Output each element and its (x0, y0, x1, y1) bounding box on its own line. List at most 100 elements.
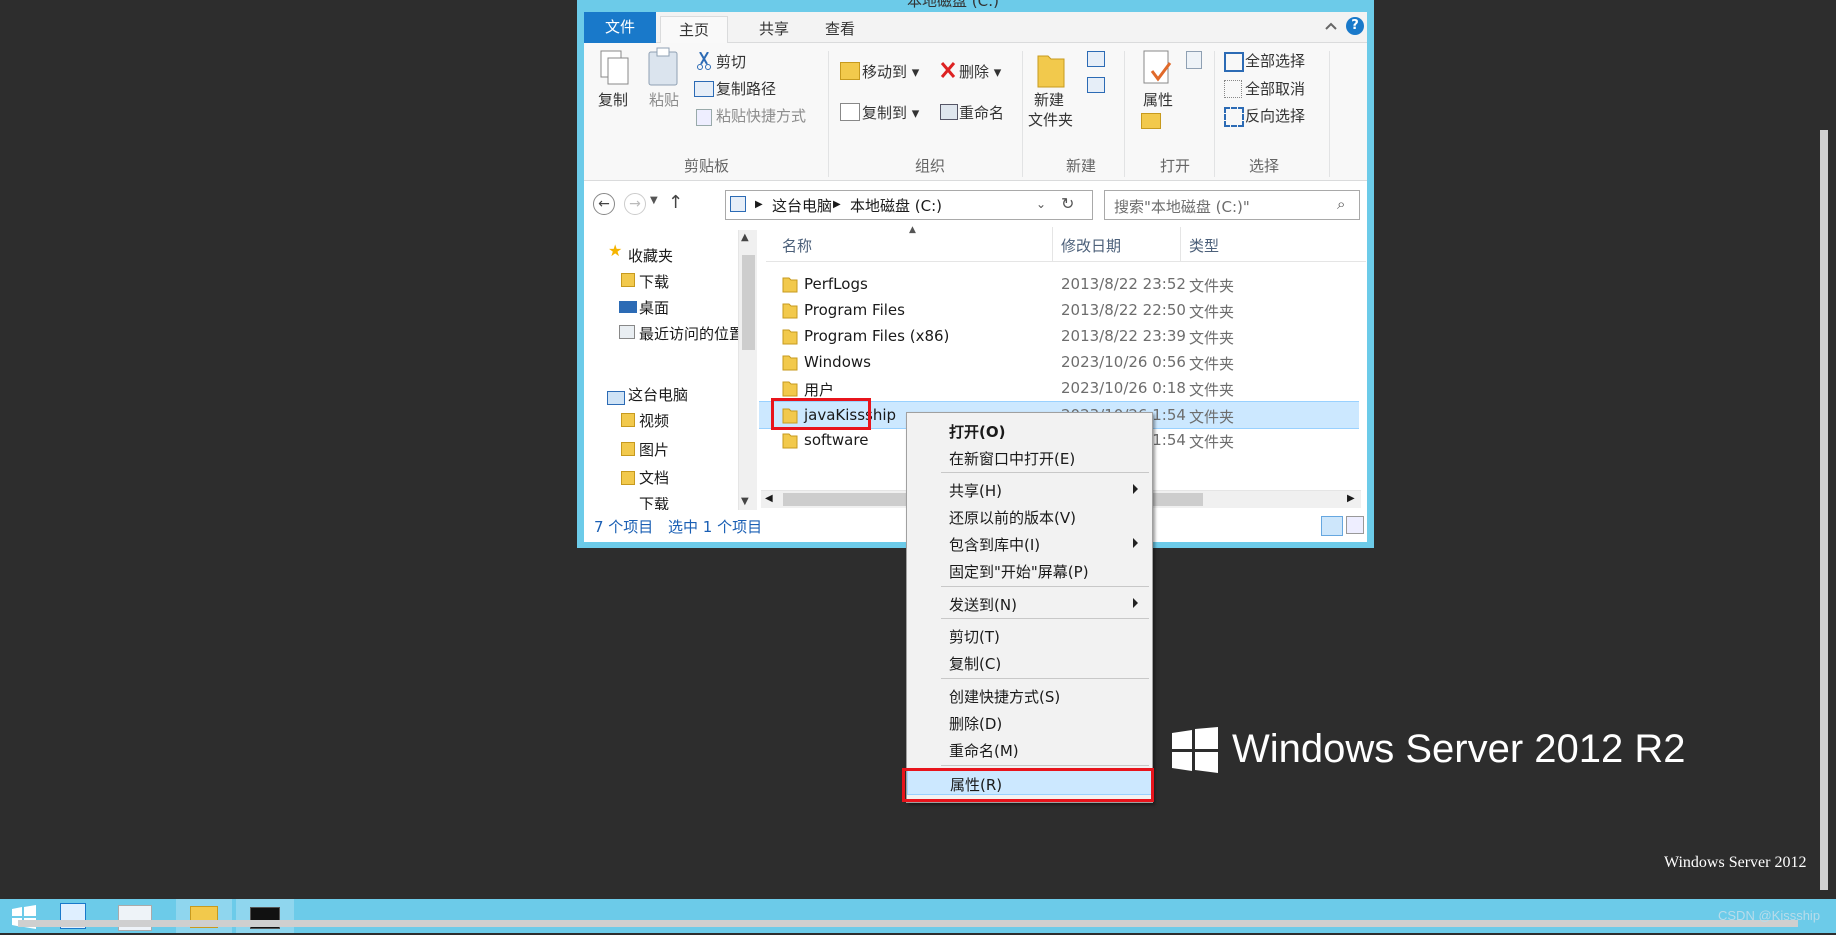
nav-item-downloads[interactable]: 下载 (639, 271, 669, 292)
column-divider[interactable] (1180, 227, 1181, 262)
outer-vertical-scrollbar[interactable] (1820, 130, 1828, 890)
file-row[interactable]: Program Files (x86) 2013/8/22 23:39 文件夹 (759, 323, 1359, 349)
nav-item-downloads-2[interactable]: 下载 (639, 497, 669, 510)
selected-count: 选中 1 个项目 (668, 518, 763, 536)
scroll-down-icon[interactable]: ▼ (741, 496, 749, 507)
select-none-button[interactable]: 全部取消 (1245, 78, 1305, 99)
new-item-icon[interactable] (1087, 51, 1105, 67)
file-row[interactable]: PerfLogs 2013/8/22 23:52 文件夹 (759, 271, 1359, 297)
help-icon[interactable]: ? (1346, 17, 1364, 35)
details-view-icon[interactable] (1321, 516, 1343, 536)
new-folder-button-line1[interactable]: 新建 (1034, 89, 1064, 110)
search-icon[interactable]: ⌕ (1337, 195, 1345, 213)
powershell-icon[interactable] (118, 905, 152, 931)
breadcrumb-chevron-icon[interactable]: ▶ (833, 199, 841, 210)
nav-scrollbar[interactable]: ▲ ▼ (738, 230, 757, 513)
cmd-taskbar-icon[interactable] (236, 899, 294, 933)
menu-item-copy[interactable]: 复制(C) (907, 649, 1152, 675)
scroll-up-icon[interactable]: ▲ (741, 232, 749, 243)
edit-icon[interactable] (1186, 51, 1202, 69)
tab-share[interactable]: 共享 (744, 16, 804, 43)
menu-item-delete[interactable]: 删除(D) (907, 709, 1152, 735)
tab-view[interactable]: 查看 (810, 16, 870, 43)
copy-button[interactable]: 复制 (598, 89, 628, 110)
copy-to-button[interactable]: 复制到 ▾ (862, 102, 919, 123)
menu-separator (941, 472, 1149, 473)
invert-selection-button[interactable]: 反向选择 (1245, 105, 1305, 126)
sort-up-icon: ▲ (909, 225, 916, 235)
column-divider[interactable] (1052, 227, 1053, 262)
nav-this-pc[interactable]: 这台电脑 (628, 384, 688, 405)
file-name: Program Files (x86) (804, 327, 950, 345)
properties-icon[interactable] (1142, 49, 1174, 93)
nav-favorites[interactable]: 收藏夹 (628, 245, 673, 266)
refresh-icon[interactable]: ↻ (1061, 194, 1074, 213)
history-icon[interactable] (1141, 113, 1161, 129)
highlight-box-properties (902, 768, 1154, 802)
forward-icon[interactable]: → (624, 193, 646, 215)
menu-item-open[interactable]: 打开(O) (907, 417, 1152, 443)
scroll-thumb[interactable] (742, 255, 755, 350)
address-bar[interactable]: ▶ 这台电脑 ▶ 本地磁盘 (C:) ⌄ ↻ (725, 190, 1093, 220)
paste-button[interactable]: 粘贴 (649, 89, 679, 110)
nav-item-desktop[interactable]: 桌面 (639, 297, 669, 318)
cut-button[interactable]: 剪切 (716, 51, 746, 72)
menu-item-include-library[interactable]: 包含到库中(I) (907, 530, 1152, 556)
paste-icon[interactable] (647, 47, 679, 91)
scroll-right-icon[interactable]: ▶ (1347, 493, 1355, 504)
outer-horizontal-scrollbar[interactable] (18, 920, 1798, 927)
tab-home[interactable]: 主页 (660, 16, 728, 45)
scroll-left-icon[interactable]: ◀ (765, 493, 773, 504)
move-to-button[interactable]: 移动到 ▾ (862, 61, 919, 82)
back-icon[interactable]: ← (593, 193, 615, 215)
taskbar (0, 899, 1836, 933)
breadcrumb-drive[interactable]: 本地磁盘 (C:) (850, 195, 942, 216)
collapse-ribbon-icon[interactable] (1324, 19, 1338, 33)
navigation-bar: ← → ▼ ↑ ▶ 这台电脑 ▶ 本地磁盘 (C:) ⌄ ↻ 搜索"本地磁盘 (… (584, 181, 1367, 227)
delete-button[interactable]: 删除 ▾ (959, 61, 1001, 82)
select-group-label: 选择 (1249, 157, 1280, 175)
menu-item-create-shortcut[interactable]: 创建快捷方式(S) (907, 682, 1152, 708)
folder-icon (782, 327, 798, 345)
breadcrumb-chevron-icon[interactable]: ▶ (755, 199, 763, 210)
menu-item-send-to[interactable]: 发送到(N) (907, 590, 1152, 616)
column-modified[interactable]: 修改日期 (1061, 235, 1121, 256)
rename-button[interactable]: 重命名 (959, 102, 1004, 123)
easy-access-icon[interactable] (1087, 77, 1105, 93)
folder-icon (782, 353, 798, 371)
nav-item-pictures[interactable]: 图片 (639, 439, 669, 460)
search-input[interactable]: 搜索"本地磁盘 (C:)" ⌕ (1104, 190, 1360, 220)
address-history-dropdown-icon[interactable]: ⌄ (1036, 197, 1046, 211)
ribbon: 复制 粘贴 剪切 复制路径 粘贴快捷方式 剪贴板 移动到 ▾ 复制到 ▾ 删除 … (584, 43, 1367, 181)
nav-item-recent[interactable]: 最近访问的位置 (639, 323, 744, 344)
menu-item-cut[interactable]: 剪切(T) (907, 622, 1152, 648)
menu-item-restore-versions[interactable]: 还原以前的版本(V) (907, 503, 1152, 529)
group-divider (828, 51, 829, 177)
desktop-version-text: Windows Server 2012 (1664, 854, 1807, 871)
file-row[interactable]: Program Files 2013/8/22 22:50 文件夹 (759, 297, 1359, 323)
large-icons-view-icon[interactable] (1346, 516, 1364, 534)
menu-item-rename[interactable]: 重命名(M) (907, 736, 1152, 762)
select-all-button[interactable]: 全部选择 (1245, 50, 1305, 71)
nav-item-documents[interactable]: 文档 (639, 467, 669, 488)
menu-item-share[interactable]: 共享(H) (907, 476, 1152, 502)
tab-file[interactable]: 文件 (584, 12, 656, 43)
new-folder-icon[interactable] (1036, 48, 1066, 94)
recent-locations-icon[interactable]: ▼ (650, 195, 658, 206)
new-folder-button-line2[interactable]: 文件夹 (1028, 109, 1073, 130)
explorer-taskbar-icon[interactable] (176, 899, 232, 933)
menu-item-pin-start[interactable]: 固定到"开始"屏幕(P) (907, 557, 1152, 583)
paste-shortcut-button[interactable]: 粘贴快捷方式 (716, 105, 806, 126)
nav-item-videos[interactable]: 视频 (639, 410, 669, 431)
up-arrow-icon[interactable]: ↑ (668, 192, 683, 213)
breadcrumb-this-pc[interactable]: 这台电脑 (772, 195, 832, 216)
file-date: 2013/8/22 23:39 (1061, 327, 1186, 345)
copy-icon[interactable] (598, 49, 630, 91)
copy-path-button[interactable]: 复制路径 (716, 78, 776, 99)
column-name[interactable]: 名称 (782, 235, 812, 256)
column-type[interactable]: 类型 (1189, 235, 1219, 256)
menu-item-open-new-window[interactable]: 在新窗口中打开(E) (907, 444, 1152, 470)
file-row[interactable]: Windows 2023/10/26 0:56 文件夹 (759, 349, 1359, 375)
file-date: 2013/8/22 23:52 (1061, 275, 1186, 293)
properties-button[interactable]: 属性 (1143, 89, 1173, 110)
